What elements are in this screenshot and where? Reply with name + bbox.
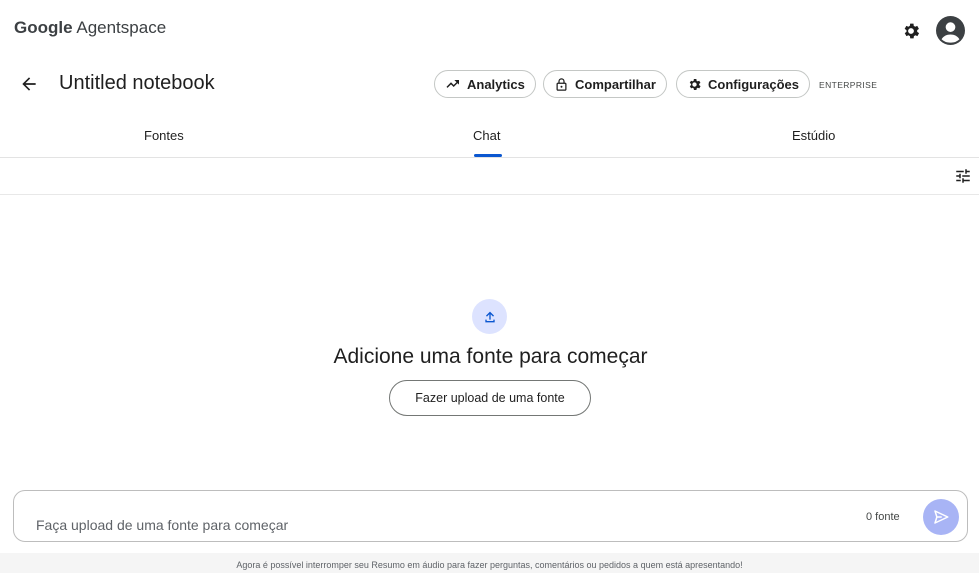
chat-options-button[interactable] (953, 166, 973, 186)
account-avatar-button[interactable] (936, 16, 965, 45)
upload-icon (484, 311, 495, 322)
settings-button[interactable] (900, 20, 922, 42)
tab-chat[interactable]: Chat (473, 128, 500, 143)
footer-notice: Agora é possível interromper seu Resumo … (236, 560, 743, 570)
chat-composer: 0 fonte (13, 490, 968, 542)
tab-estudio[interactable]: Estúdio (792, 128, 835, 143)
back-arrow-icon (22, 77, 36, 91)
send-button[interactable] (923, 499, 959, 535)
lock-icon (556, 77, 567, 91)
trending-up-icon (446, 80, 459, 88)
share-label: Compartilhar (575, 76, 656, 92)
source-count: 0 fonte (866, 511, 900, 523)
upload-source-button[interactable]: Fazer upload de uma fonte (389, 380, 591, 416)
toolbar-divider (0, 194, 979, 195)
configurations-button[interactable]: Configurações (676, 70, 811, 98)
tune-icon (956, 169, 970, 183)
brand-product: Agentspace (76, 18, 167, 37)
brand-google: Google (14, 18, 73, 37)
chat-input[interactable] (34, 516, 818, 534)
notebook-title[interactable]: Untitled notebook (59, 72, 215, 95)
analytics-button[interactable]: Analytics (434, 70, 536, 98)
back-button[interactable] (17, 72, 41, 96)
edition-badge: ENTERPRISE (819, 80, 878, 90)
account-avatar-icon (936, 16, 965, 45)
configurations-label: Configurações (708, 76, 800, 92)
share-button[interactable]: Compartilhar (543, 70, 667, 98)
app-brand: Google Agentspace (14, 18, 166, 38)
tab-fontes[interactable]: Fontes (144, 128, 184, 143)
empty-state-title: Adicione uma fonte para começar (333, 345, 648, 368)
tabs-divider (0, 157, 979, 158)
gear-icon (689, 78, 701, 90)
send-icon (934, 510, 949, 524)
analytics-label: Analytics (467, 76, 525, 92)
settings-icon (904, 23, 920, 39)
upload-icon-badge (472, 299, 507, 334)
